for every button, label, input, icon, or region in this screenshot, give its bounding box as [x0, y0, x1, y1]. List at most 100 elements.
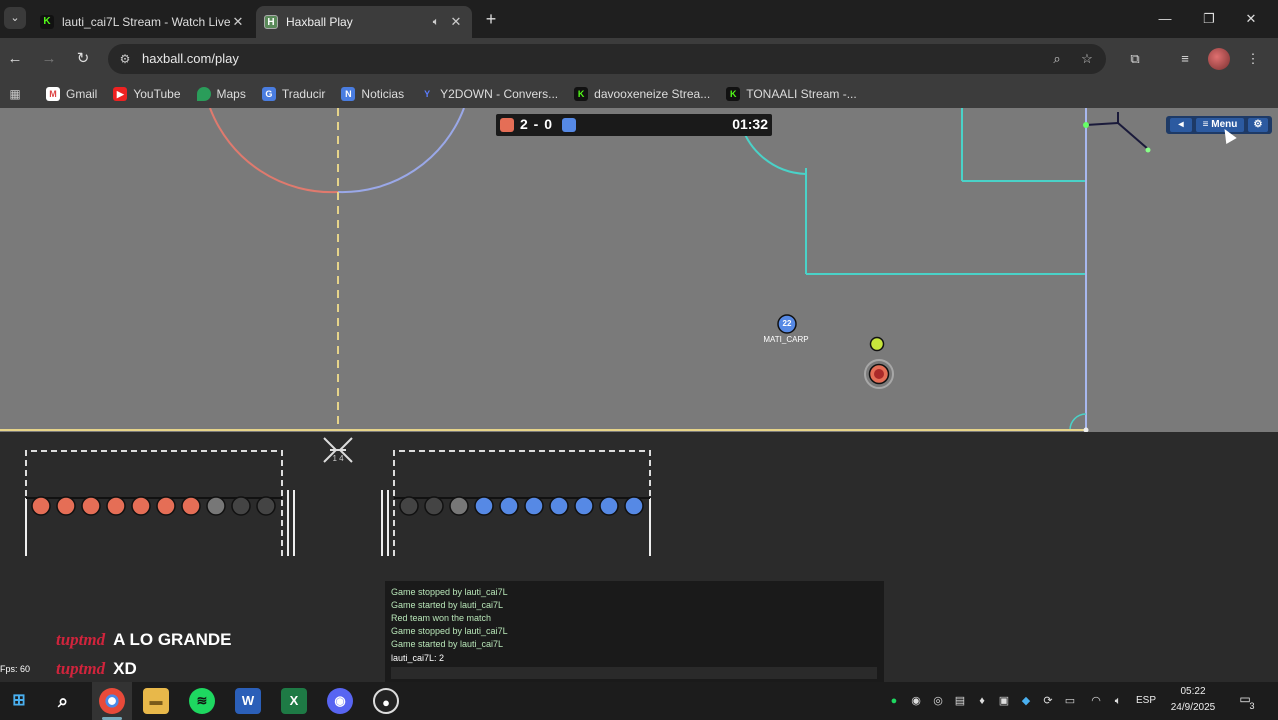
chat-message: Game started by lauti_cai7L — [391, 600, 504, 610]
obs-icon[interactable]: ● — [373, 688, 399, 714]
restore-icon[interactable]: ❐ — [1198, 8, 1220, 30]
bench-ball — [474, 496, 494, 516]
chat-panel: Game stopped by lauti_cai7L Game started… — [385, 581, 884, 682]
more-menu-icon[interactable]: ⋮ — [1242, 48, 1264, 70]
red-team-square — [500, 118, 514, 132]
bench-ball — [524, 496, 544, 516]
kick-icon: K — [726, 87, 741, 101]
forward-icon[interactable]: → — [38, 48, 60, 70]
apps-grid-icon[interactable]: ▦ — [6, 87, 24, 101]
bookmark-label: TONAALI Stream -... — [746, 87, 857, 101]
fps-counter: Fps: 60 — [0, 664, 31, 674]
clock-time[interactable]: 05:22 — [1164, 686, 1222, 697]
usb-tray-icon[interactable]: ▭ — [1062, 693, 1078, 709]
news-icon: N — [341, 87, 356, 101]
excel-icon[interactable]: X — [281, 688, 307, 714]
spotify-tray-icon[interactable]: ● — [886, 693, 902, 709]
field-lines — [0, 108, 1151, 432]
browser-toolbar: ← → ↻ ⚙ haxball.com/play ⌕ ☆ ⧉ ≡ ⋮ — [0, 38, 1278, 80]
kick-favicon-icon: K — [40, 15, 54, 29]
bench-ball — [574, 496, 594, 516]
youtube-icon: ▶ — [113, 87, 128, 101]
ball — [869, 336, 885, 352]
player-number: 22 — [782, 319, 792, 328]
display-tray-icon[interactable]: ▣ — [996, 693, 1012, 709]
game-viewport[interactable]: 22 MATI_CARP 2 - 0 01:32 ◂ ≡ Menu ⚙ 1 4 … — [0, 108, 1278, 682]
device-tray-icon[interactable]: ▤ — [952, 693, 968, 709]
goal-post — [1083, 122, 1089, 128]
chat-input[interactable] — [391, 667, 877, 679]
bookmark-youtube[interactable]: ▶ YouTube — [113, 87, 181, 101]
goal-post — [1145, 147, 1151, 153]
game-field[interactable]: 22 MATI_CARP 2 - 0 01:32 ◂ ≡ Menu ⚙ — [0, 108, 1278, 432]
speaker-icon[interactable]: 🔈︎ — [428, 16, 444, 29]
bench-ball — [399, 496, 419, 516]
search-icon[interactable]: ⌕ — [50, 688, 76, 714]
address-bar[interactable]: ⚙ haxball.com/play ⌕ ☆ — [108, 44, 1106, 74]
discord-tray-icon[interactable]: ◉ — [908, 693, 924, 709]
bench-ball — [81, 496, 101, 516]
close-tab-icon[interactable]: ✕ — [230, 14, 246, 30]
obs-tray-icon[interactable]: ◎ — [930, 693, 946, 709]
arrow-left-icon[interactable]: ◂ — [1170, 118, 1192, 132]
stream-chat-message: tuptmd XD — [56, 659, 137, 679]
settings-gear-icon[interactable]: ⚙ — [1248, 118, 1268, 132]
minimize-icon[interactable]: — — [1154, 8, 1176, 30]
bookmark-star-icon[interactable]: ☆ — [1078, 50, 1096, 68]
volume-icon[interactable]: 🔈︎ — [1110, 693, 1126, 709]
stream-chat-text: A LO GRANDE — [113, 630, 232, 649]
app-tray-icon[interactable]: ◆ — [1018, 693, 1034, 709]
word-icon[interactable]: W — [235, 688, 261, 714]
bench-ball — [424, 496, 444, 516]
close-tab-icon[interactable]: ✕ — [448, 14, 464, 30]
windows-start-icon[interactable]: ⊞ — [6, 688, 32, 714]
zoom-icon[interactable]: ⌕ — [1048, 50, 1066, 68]
bench-ball — [31, 496, 51, 516]
microphone-icon[interactable]: ♦ — [974, 693, 990, 709]
extensions-icon[interactable]: ⧉ — [1124, 48, 1146, 70]
language-indicator[interactable]: ESP — [1132, 695, 1160, 706]
tab-haxball[interactable]: H Haxball Play 🔈︎ ✕ — [256, 6, 472, 38]
tab-title: Haxball Play — [286, 15, 353, 29]
bench-ball — [599, 496, 619, 516]
new-tab-button[interactable]: + — [480, 8, 502, 30]
wifi-icon[interactable]: ◠ — [1088, 693, 1104, 709]
blue-team-square — [562, 118, 576, 132]
tab-title: lauti_cai7L Stream - Watch Live — [62, 15, 230, 29]
chat-message: lauti_cai7L: 2 — [391, 653, 445, 663]
bookmark-label: davooxeneize Strea... — [594, 87, 711, 101]
chrome-icon[interactable] — [99, 688, 125, 714]
media-control-icon[interactable]: ≡ — [1174, 48, 1196, 70]
back-icon[interactable]: ← — [4, 48, 26, 70]
bookmark-maps[interactable]: Maps — [196, 87, 246, 101]
reload-icon[interactable]: ↻ — [72, 48, 94, 70]
stream-chat-user: tuptmd — [56, 630, 106, 649]
bookmark-tonaali[interactable]: K TONAALI Stream -... — [726, 87, 857, 101]
close-window-icon[interactable]: ✕ — [1240, 8, 1262, 30]
chat-message: Red team won the match — [391, 613, 492, 623]
update-tray-icon[interactable]: ⟳ — [1040, 693, 1056, 709]
scoreboard: 2 - 0 01:32 — [496, 114, 772, 136]
bookmark-label: Traducir — [281, 87, 326, 101]
notification-count: 3 — [1249, 701, 1255, 711]
url-text: haxball.com/play — [142, 51, 239, 66]
bench-ball — [181, 496, 201, 516]
profile-avatar[interactable] — [1208, 48, 1230, 70]
clock-date[interactable]: 24/9/2025 — [1164, 702, 1222, 713]
tab-kick-stream[interactable]: K lauti_cai7L Stream - Watch Live ✕ — [32, 6, 254, 38]
bench-ball — [106, 496, 126, 516]
bookmark-gmail[interactable]: M Gmail — [46, 87, 97, 101]
bookmark-traducir[interactable]: G Traducir — [261, 87, 326, 101]
haxball-favicon-icon: H — [264, 15, 278, 29]
menu-button[interactable]: ≡ Menu — [1196, 118, 1244, 132]
goal-score-label: 1 4 — [332, 454, 344, 463]
discord-icon[interactable]: ◉ — [327, 688, 353, 714]
bookmark-noticias[interactable]: N Noticias — [341, 87, 404, 101]
bookmark-y2down[interactable]: Y Y2DOWN - Convers... — [420, 87, 558, 101]
tab-search-button[interactable]: ⌄ — [4, 7, 26, 29]
spotify-icon[interactable]: ≋ — [189, 688, 215, 714]
bench-ball — [256, 496, 276, 516]
bookmark-davooxeneize[interactable]: Kdavooxeneize Strea... — [574, 87, 710, 101]
file-explorer-icon[interactable]: ▬ — [143, 688, 169, 714]
site-info-icon[interactable]: ⚙ — [116, 50, 134, 68]
